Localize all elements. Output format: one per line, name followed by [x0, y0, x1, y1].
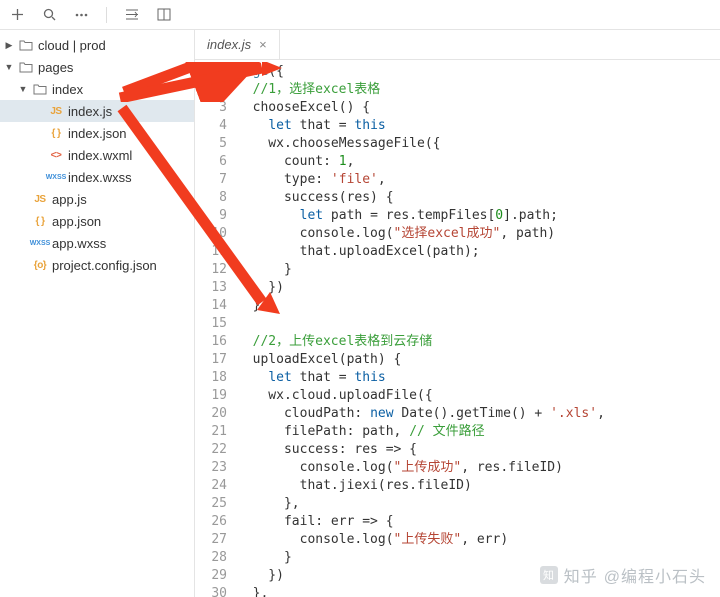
chevron-down-icon[interactable]: ▼ — [18, 84, 28, 94]
toolbar-separator — [106, 7, 107, 23]
wxss-icon: WXSS — [31, 240, 49, 247]
cfg-icon: {o} — [31, 260, 49, 271]
search-icon[interactable] — [42, 8, 56, 22]
split-icon[interactable] — [157, 8, 171, 22]
tree-item-appjson[interactable]: { }app.json — [0, 210, 194, 232]
folder-icon — [31, 83, 49, 95]
tree-item-appwxss[interactable]: WXSSapp.wxss — [0, 232, 194, 254]
js-icon: JS — [31, 194, 49, 205]
tree-item-appjs[interactable]: JSapp.js — [0, 188, 194, 210]
more-icon[interactable] — [74, 8, 88, 22]
file-explorer[interactable]: ▶cloud | prod▼pages▼indexJSindex.js{ }in… — [0, 30, 195, 597]
tree-item-cloud[interactable]: ▶ cloud | prod — [0, 34, 194, 56]
line-gutter: 1234567891011121314151617181920212223242… — [195, 60, 237, 597]
collapse-icon[interactable] — [125, 8, 139, 22]
wxss-icon: WXSS — [47, 174, 65, 181]
tree-item-pages[interactable]: ▼ pages — [0, 56, 194, 78]
tree-item-index[interactable]: ▼ index — [0, 78, 194, 100]
tree-item-label: app.wxss — [52, 236, 106, 251]
new-file-icon[interactable] — [10, 8, 24, 22]
tree-item-label: cloud | prod — [38, 38, 106, 53]
tree-item-label: index.wxml — [68, 148, 132, 163]
json-icon: { } — [47, 128, 65, 139]
code-editor[interactable]: 1234567891011121314151617181920212223242… — [195, 60, 720, 597]
json-icon: { } — [31, 216, 49, 227]
editor-tabs: index.js × — [195, 30, 720, 60]
folder-icon — [17, 61, 35, 73]
toolbar — [0, 0, 720, 30]
tree-item-label: index.json — [68, 126, 127, 141]
tree-item-label: index.js — [68, 104, 112, 119]
editor-area: index.js × 12345678910111213141516171819… — [195, 30, 720, 597]
folder-icon — [17, 39, 35, 51]
js-icon: JS — [47, 106, 65, 117]
code-content[interactable]: Page({ //1，选择excel表格 chooseExcel() { let… — [237, 60, 720, 597]
tree-item-label: project.config.json — [52, 258, 157, 273]
chevron-right-icon[interactable]: ▶ — [4, 40, 14, 51]
tab-indexjs[interactable]: index.js × — [195, 30, 280, 59]
tree-item-projcfg[interactable]: {o}project.config.json — [0, 254, 194, 276]
tree-item-indexwxss[interactable]: WXSSindex.wxss — [0, 166, 194, 188]
tree-item-label: index — [52, 82, 83, 97]
tree-item-indexwxml[interactable]: <>index.wxml — [0, 144, 194, 166]
close-icon[interactable]: × — [259, 37, 267, 52]
tab-label: index.js — [207, 37, 251, 52]
tree-item-label: app.js — [52, 192, 87, 207]
tree-item-label: app.json — [52, 214, 101, 229]
tree-item-indexjs[interactable]: JSindex.js — [0, 100, 194, 122]
tree-item-indexjson[interactable]: { }index.json — [0, 122, 194, 144]
tree-item-label: index.wxss — [68, 170, 132, 185]
wxml-icon: <> — [47, 150, 65, 161]
chevron-down-icon[interactable]: ▼ — [4, 62, 14, 72]
tree-item-label: pages — [38, 60, 73, 75]
